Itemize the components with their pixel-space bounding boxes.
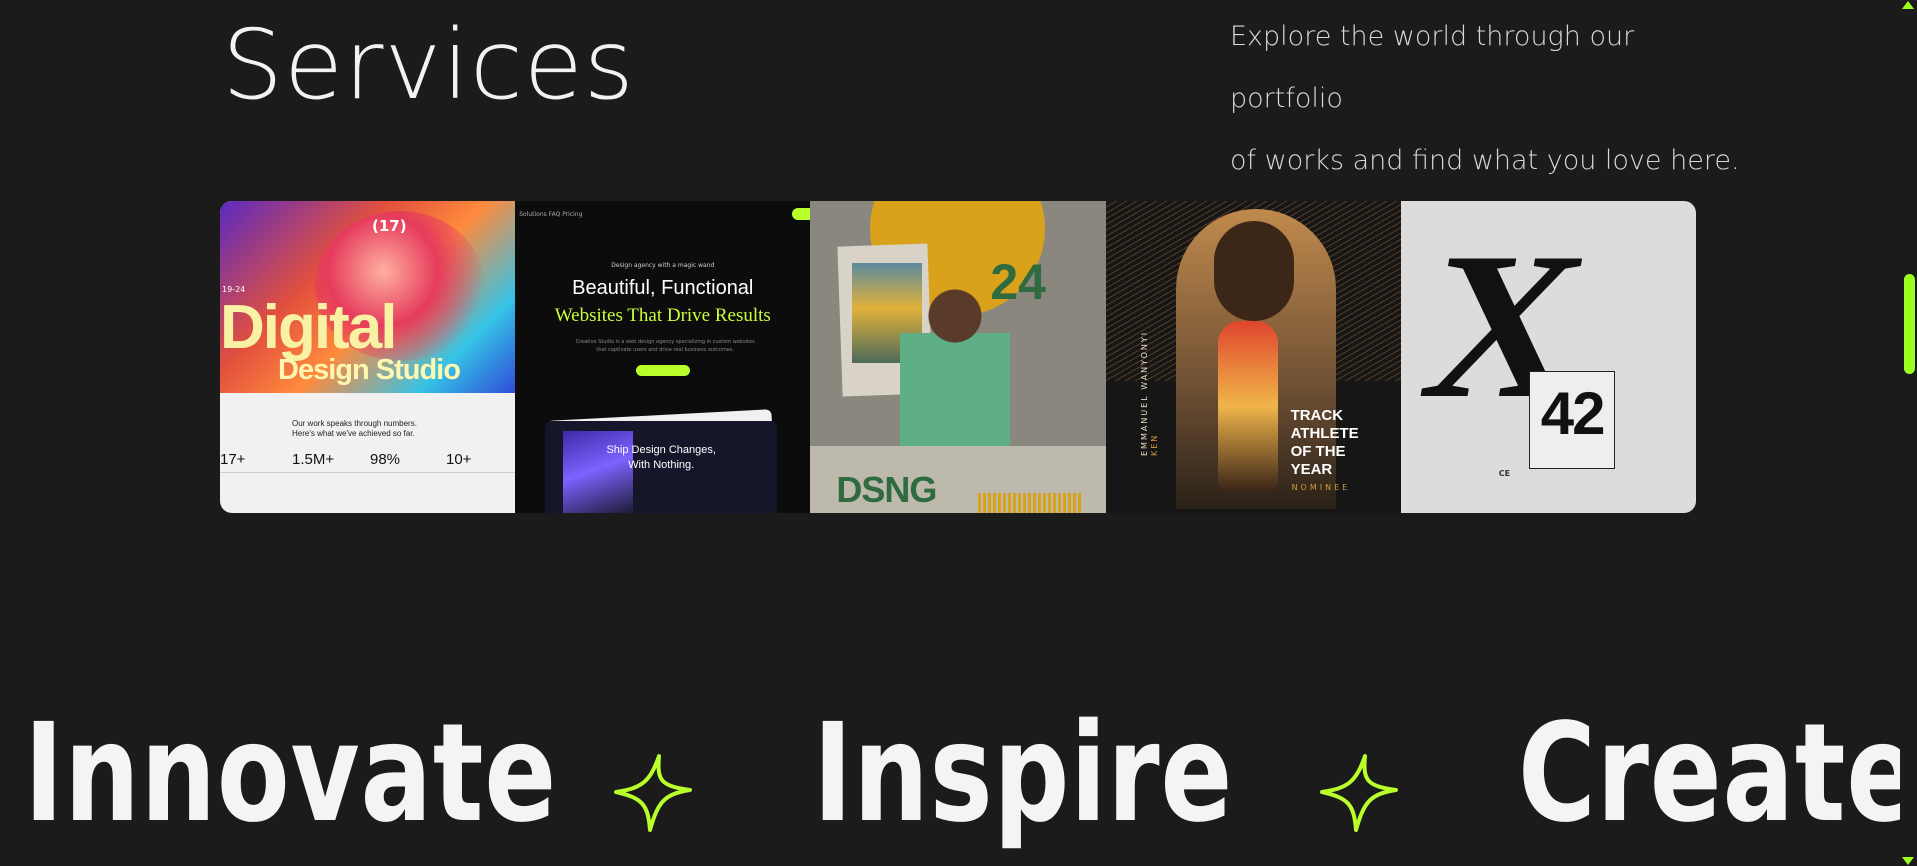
- mock-card-text-2: With Nothing.: [628, 459, 695, 471]
- sparkle-star-icon: [614, 754, 692, 832]
- stat-value: 98%: [370, 451, 401, 468]
- scrollbar-thumb[interactable]: [1904, 274, 1915, 374]
- poster-subtitle: NOMINEE: [1291, 483, 1351, 492]
- packaging-number: 42: [1540, 380, 1606, 447]
- stat-value: 10+: [446, 451, 472, 468]
- project-number: (17): [372, 217, 407, 235]
- mock-headline-1: Beautiful, Functional: [572, 277, 754, 299]
- divider: [220, 472, 516, 473]
- portfolio-item-track-athlete[interactable]: EMMANUEL WANYONYI KEN TRACK ATHLETE OF T…: [1105, 201, 1401, 513]
- mock-blurb: Creative Studio is a web design agency s…: [575, 339, 755, 353]
- portfolio-item-digital-design-studio[interactable]: (17) 19-24 Digital Design Studio Our wor…: [220, 201, 516, 513]
- poster-title: TRACK ATHLETE OF THE YEAR: [1290, 407, 1359, 478]
- mock-nav-button: [792, 208, 811, 220]
- portfolio-item-web-design[interactable]: Solutions FAQ Pricing Design agency with…: [515, 201, 811, 513]
- packaging-mark: CE: [1498, 469, 1511, 478]
- mock-nav: Solutions FAQ Pricing: [519, 211, 583, 218]
- athlete-name: EMMANUEL WANYONYI: [1139, 330, 1149, 456]
- marquee-word-create: Create: [1518, 695, 1917, 853]
- stat-value: 1.5M+: [292, 451, 335, 468]
- headline-small: Design Studio: [278, 354, 461, 386]
- tagline-line-2: of works and find what you love here.: [1230, 145, 1740, 176]
- section-title: Services: [222, 9, 635, 121]
- mock-headline-2: Websites That Drive Results: [554, 305, 771, 326]
- portfolio-item-x42-packaging[interactable]: X 42 CE: [1400, 201, 1696, 513]
- section-tagline: Explore the world through our portfolio …: [1230, 6, 1750, 192]
- marquee-word-innovate: Innovate: [24, 695, 558, 853]
- mock-card-text: Ship Design Changes, With Nothing.: [545, 443, 777, 473]
- mock-cta-button: [636, 365, 691, 376]
- tagline-line-1: Explore the world through our portfolio: [1230, 21, 1635, 114]
- athlete-runner: [1217, 321, 1278, 491]
- athlete-country: KEN: [1149, 433, 1159, 456]
- collage-barcode: [978, 493, 1083, 513]
- mock-kicker: Design agency with a magic wand: [611, 262, 715, 269]
- stats-intro: Our work speaks through numbers. Here's …: [292, 419, 417, 439]
- portfolio-gallery: (17) 19-24 Digital Design Studio Our wor…: [220, 201, 1696, 513]
- scrollbar[interactable]: [1900, 0, 1917, 866]
- mock-card-text-1: Ship Design Changes,: [606, 444, 716, 456]
- scroll-down-arrow-icon[interactable]: [1902, 857, 1914, 865]
- sparkle-star-icon: [1320, 754, 1398, 832]
- marquee-word-inspire: Inspire: [813, 695, 1234, 853]
- athlete-portrait: [1213, 221, 1294, 321]
- collage-wordmark: DSNG: [836, 469, 937, 510]
- stat-value: 17+: [220, 451, 246, 468]
- portfolio-item-dsng-collage[interactable]: 24 DSNG: [810, 201, 1106, 513]
- scroll-up-arrow-icon[interactable]: [1902, 1, 1914, 9]
- mock-card: Ship Design Changes, With Nothing.: [545, 421, 778, 513]
- headline-big: Digital: [220, 293, 397, 362]
